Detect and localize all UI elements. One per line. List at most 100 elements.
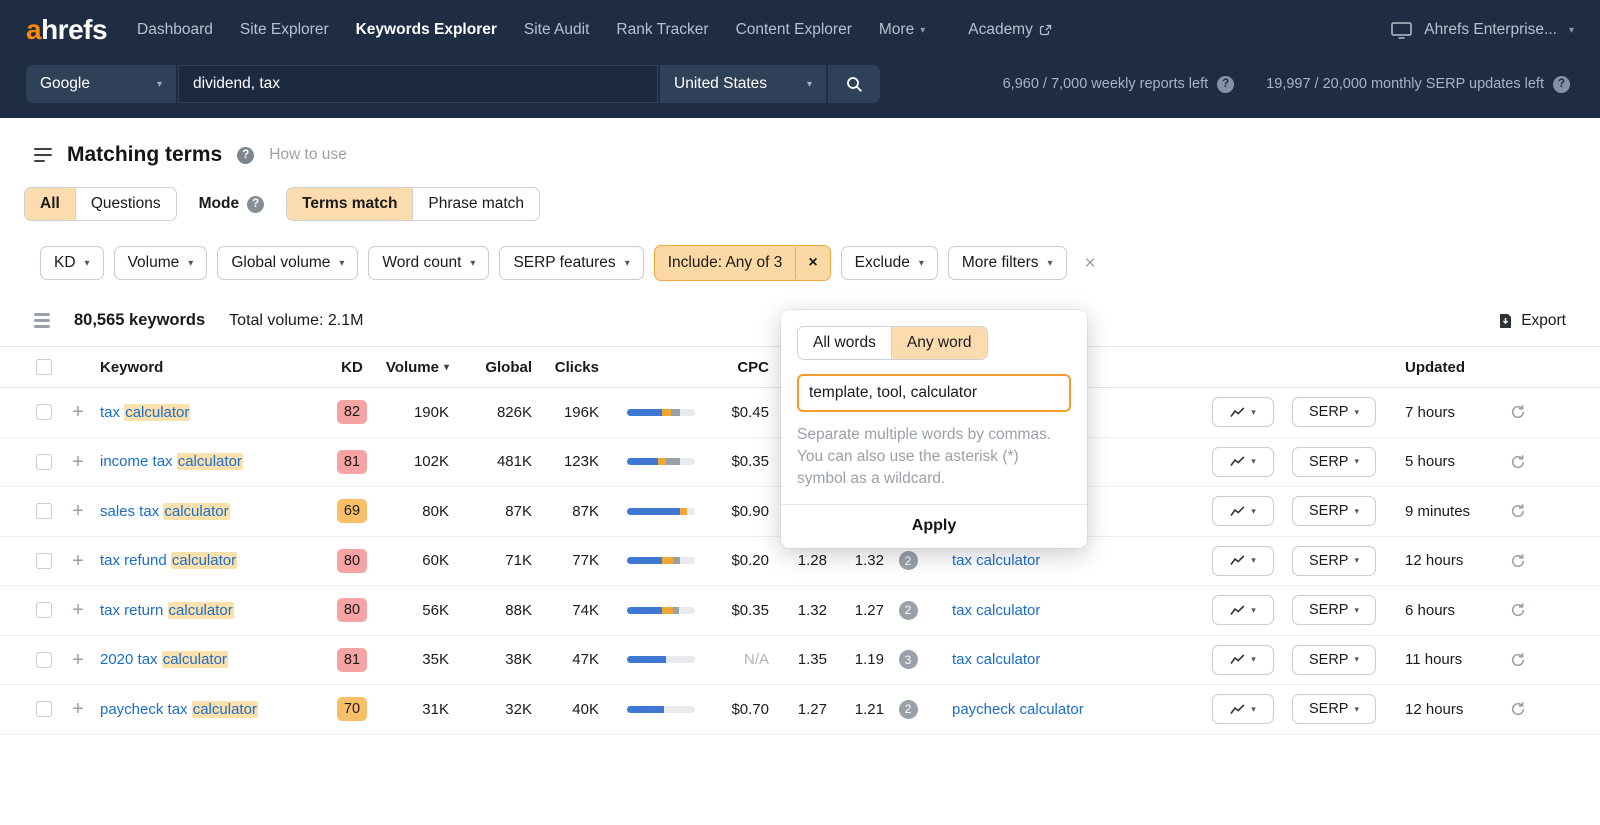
- filter-global-volume[interactable]: Global volume▾: [217, 246, 358, 280]
- serp-button[interactable]: SERP ▾: [1292, 595, 1376, 625]
- ahrefs-logo[interactable]: ahrefs: [26, 14, 107, 46]
- help-icon[interactable]: ?: [237, 147, 254, 164]
- row-checkbox[interactable]: [36, 404, 52, 420]
- refresh-icon[interactable]: [1510, 553, 1534, 569]
- refresh-icon[interactable]: [1510, 652, 1534, 668]
- list-menu-icon[interactable]: [34, 313, 50, 328]
- row-checkbox[interactable]: [36, 652, 52, 668]
- export-button[interactable]: Export: [1498, 312, 1566, 330]
- keyword-link[interactable]: tax refund calculator: [100, 552, 237, 569]
- clicks-bar-segment: [658, 458, 667, 465]
- row-checkbox[interactable]: [36, 553, 52, 569]
- row-checkbox[interactable]: [36, 701, 52, 717]
- remove-include-filter-icon[interactable]: ×: [795, 247, 829, 279]
- filter-volume[interactable]: Volume▾: [114, 246, 208, 280]
- tab-questions[interactable]: Questions: [75, 188, 176, 220]
- reports-menu-icon[interactable]: [34, 148, 52, 163]
- col-header-global[interactable]: Global: [449, 359, 532, 376]
- refresh-icon[interactable]: [1510, 454, 1534, 470]
- parent-topic-link[interactable]: tax calculator: [952, 552, 1040, 569]
- trend-line-icon: [1230, 506, 1245, 517]
- nav-item-content-explorer[interactable]: Content Explorer: [736, 21, 852, 39]
- col-header-clicks[interactable]: Clicks: [532, 359, 599, 376]
- trend-chart-button[interactable]: ▾: [1212, 546, 1274, 576]
- tab-terms-match[interactable]: Terms match: [287, 188, 412, 220]
- tab-phrase-match[interactable]: Phrase match: [412, 188, 539, 220]
- add-to-list-icon[interactable]: +: [68, 600, 88, 620]
- refresh-icon[interactable]: [1510, 602, 1534, 618]
- serp-button[interactable]: SERP ▾: [1292, 645, 1376, 675]
- keywords-input[interactable]: [178, 65, 658, 103]
- any-word-option[interactable]: Any word: [891, 327, 987, 359]
- parent-topic-link[interactable]: paycheck calculator: [952, 701, 1084, 718]
- keyword-link[interactable]: paycheck tax calculator: [100, 701, 258, 718]
- search-engine-select[interactable]: Google ▾: [26, 65, 176, 103]
- add-to-list-icon[interactable]: +: [68, 650, 88, 670]
- col-header-volume[interactable]: Volume▾: [374, 359, 449, 376]
- chevron-down-icon: ▾: [188, 258, 193, 269]
- col-header-cpc[interactable]: CPC: [695, 359, 769, 376]
- filter-serp-features[interactable]: SERP features▾: [499, 246, 643, 280]
- add-to-list-icon[interactable]: +: [68, 501, 88, 521]
- serp-button[interactable]: SERP ▾: [1292, 397, 1376, 427]
- serp-button[interactable]: SERP ▾: [1292, 496, 1376, 526]
- refresh-icon[interactable]: [1510, 404, 1534, 420]
- trend-chart-button[interactable]: ▾: [1212, 496, 1274, 526]
- trend-chart-button[interactable]: ▾: [1212, 397, 1274, 427]
- filter-kd[interactable]: KD▾: [40, 246, 104, 280]
- trend-chart-button[interactable]: ▾: [1212, 694, 1274, 724]
- serp-button[interactable]: SERP ▾: [1292, 694, 1376, 724]
- parent-topic-link[interactable]: tax calculator: [952, 651, 1040, 668]
- nav-item-rank-tracker[interactable]: Rank Tracker: [616, 21, 708, 39]
- nav-item-site-explorer[interactable]: Site Explorer: [240, 21, 329, 39]
- row-checkbox[interactable]: [36, 602, 52, 618]
- add-to-list-icon[interactable]: +: [68, 452, 88, 472]
- filter-include-active[interactable]: Include: Any of 3 ×: [654, 245, 831, 281]
- nav-item-keywords-explorer[interactable]: Keywords Explorer: [356, 21, 497, 39]
- keyword-link[interactable]: 2020 tax calculator: [100, 651, 228, 668]
- add-to-list-icon[interactable]: +: [68, 699, 88, 719]
- search-button[interactable]: [828, 65, 880, 103]
- nav-item-more[interactable]: More▾: [879, 21, 925, 39]
- country-select[interactable]: United States ▾: [660, 65, 826, 103]
- apply-button[interactable]: Apply: [781, 504, 1087, 548]
- refresh-icon[interactable]: [1510, 701, 1534, 717]
- select-all-checkbox[interactable]: [36, 359, 52, 375]
- include-terms-input[interactable]: [797, 374, 1071, 412]
- col-header-updated[interactable]: Updated: [1405, 359, 1500, 376]
- all-questions-toggle: All Questions: [24, 187, 177, 221]
- filter-word-count[interactable]: Word count▾: [368, 246, 489, 280]
- all-words-option[interactable]: All words: [798, 327, 891, 359]
- nav-item-site-audit[interactable]: Site Audit: [524, 21, 590, 39]
- academy-label: Academy: [968, 21, 1033, 39]
- add-to-list-icon[interactable]: +: [68, 551, 88, 571]
- how-to-use-link[interactable]: How to use: [269, 146, 347, 164]
- nav-item-dashboard[interactable]: Dashboard: [137, 21, 213, 39]
- clear-filters-icon[interactable]: ×: [1085, 254, 1096, 273]
- trend-chart-button[interactable]: ▾: [1212, 595, 1274, 625]
- account-area[interactable]: Ahrefs Enterprise... ▾: [1391, 21, 1574, 39]
- col-header-kd[interactable]: KD: [330, 359, 374, 376]
- serp-button[interactable]: SERP ▾: [1292, 447, 1376, 477]
- trend-chart-button[interactable]: ▾: [1212, 645, 1274, 675]
- keyword-link[interactable]: tax return calculator: [100, 602, 234, 619]
- filter-more-filters[interactable]: More filters▾: [948, 246, 1067, 280]
- chevron-down-icon: ▾: [1251, 555, 1256, 566]
- nav-item-academy[interactable]: Academy: [968, 21, 1052, 39]
- row-checkbox[interactable]: [36, 503, 52, 519]
- trend-chart-button[interactable]: ▾: [1212, 447, 1274, 477]
- filter-exclude[interactable]: Exclude▾: [841, 246, 938, 280]
- help-icon[interactable]: ?: [1553, 76, 1570, 93]
- keyword-link[interactable]: income tax calculator: [100, 453, 243, 470]
- parent-topic-link[interactable]: tax calculator: [952, 602, 1040, 619]
- col-header-keyword[interactable]: Keyword: [100, 359, 330, 376]
- keyword-link[interactable]: tax calculator: [100, 404, 190, 421]
- row-checkbox[interactable]: [36, 454, 52, 470]
- refresh-icon[interactable]: [1510, 503, 1534, 519]
- help-icon[interactable]: ?: [1217, 76, 1234, 93]
- add-to-list-icon[interactable]: +: [68, 402, 88, 422]
- help-icon[interactable]: ?: [247, 196, 264, 213]
- serp-button[interactable]: SERP ▾: [1292, 546, 1376, 576]
- tab-all[interactable]: All: [25, 188, 75, 220]
- keyword-link[interactable]: sales tax calculator: [100, 503, 230, 520]
